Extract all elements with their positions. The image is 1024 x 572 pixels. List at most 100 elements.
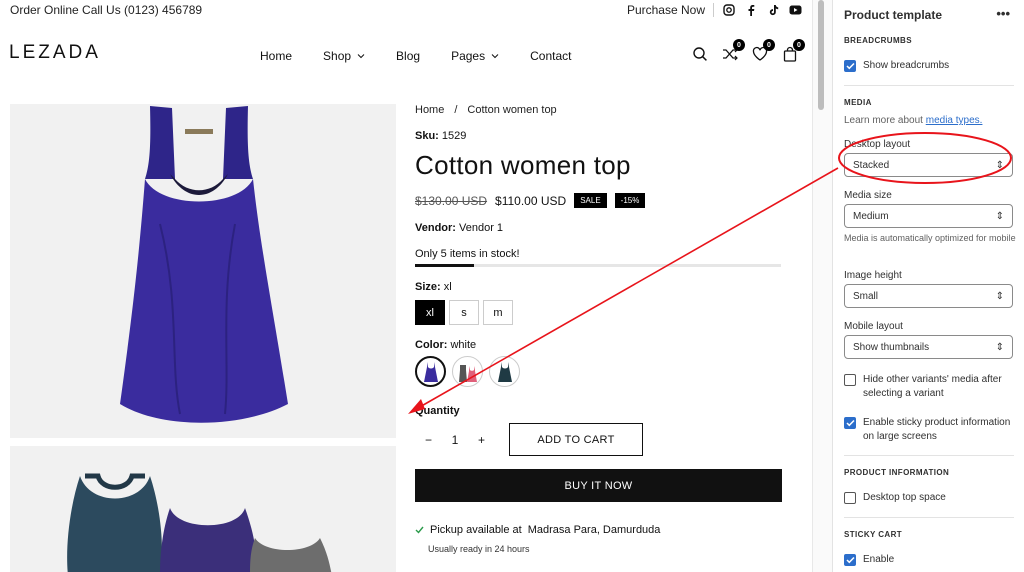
compare-at-price: $130.00 USD bbox=[415, 193, 488, 208]
add-to-cart-button[interactable]: ADD TO CART bbox=[509, 423, 643, 456]
stock-progress-fill bbox=[415, 264, 474, 267]
site-header: LEZADA Home Shop Blog Pages Contact 0 0 … bbox=[0, 30, 812, 80]
desktop-top-space-checkbox[interactable]: Desktop top space bbox=[844, 491, 1014, 505]
preview-scrollbar[interactable] bbox=[812, 0, 832, 572]
discount-badge: -15% bbox=[614, 193, 646, 208]
size-label: Size: xl bbox=[415, 281, 785, 293]
chevron-down-icon bbox=[357, 54, 365, 59]
nav-item-shop[interactable]: Shop bbox=[323, 49, 365, 63]
quantity-stepper: − 1 + bbox=[415, 423, 495, 456]
check-icon bbox=[415, 526, 424, 534]
quantity-input[interactable]: 1 bbox=[452, 433, 459, 447]
sale-badge: SALE bbox=[574, 193, 607, 208]
checkbox-checked[interactable] bbox=[844, 554, 856, 566]
quantity-minus-button[interactable]: − bbox=[425, 433, 432, 447]
stock-text: Only 5 items in stock! bbox=[415, 248, 520, 260]
search-icon[interactable] bbox=[692, 46, 708, 62]
instagram-icon[interactable] bbox=[722, 3, 736, 17]
media-types-link[interactable]: media types. bbox=[926, 115, 983, 126]
checkbox-checked[interactable] bbox=[844, 417, 856, 429]
pickup-location: Madrasa Para, Damurduda bbox=[527, 524, 661, 536]
nav-item-blog[interactable]: Blog bbox=[396, 49, 420, 63]
announcement-bar: Order Online Call Us (0123) 456789 Purch… bbox=[0, 0, 812, 22]
nav-label: Home bbox=[260, 49, 293, 63]
sku-label: Sku: bbox=[415, 130, 439, 142]
divider bbox=[713, 3, 714, 17]
breadcrumb-home[interactable]: Home bbox=[415, 104, 444, 116]
size-options: xl s m bbox=[415, 300, 785, 325]
pickup-availability: Pickup available at Madrasa Para, Damurd… bbox=[415, 524, 785, 536]
section-heading-sticky-cart: STICKY CART bbox=[844, 530, 903, 539]
desktop-layout-select[interactable]: Stacked ⇕ bbox=[844, 153, 1013, 177]
media-size-label: Media size bbox=[844, 190, 892, 201]
hide-variants-checkbox[interactable]: Hide other variants' media after selecti… bbox=[844, 373, 1014, 401]
compare-count-badge: 0 bbox=[733, 39, 745, 51]
section-heading-breadcrumbs: BREADCRUMBS bbox=[844, 36, 912, 45]
checkbox-label: Enable sticky product information on lar… bbox=[863, 417, 1011, 442]
product-info: Home / Cotton women top Sku: 1529 Cotton… bbox=[415, 104, 785, 554]
scrollbar-thumb[interactable] bbox=[818, 0, 824, 110]
youtube-icon[interactable] bbox=[788, 3, 802, 17]
color-swatch[interactable] bbox=[415, 356, 446, 387]
buy-now-button[interactable]: BUY IT NOW bbox=[415, 469, 782, 502]
stock-progress-bar bbox=[415, 264, 781, 267]
mobile-layout-select[interactable]: Show thumbnails ⇕ bbox=[844, 335, 1013, 359]
nav-item-contact[interactable]: Contact bbox=[530, 49, 571, 63]
color-label-text: Color: bbox=[415, 339, 448, 351]
cart-icon[interactable]: 0 bbox=[782, 39, 805, 62]
vendor-value: Vendor 1 bbox=[459, 222, 504, 234]
size-option-m[interactable]: m bbox=[483, 300, 513, 325]
size-option-s[interactable]: s bbox=[449, 300, 479, 325]
breadcrumb-current: Cotton women top bbox=[467, 104, 557, 116]
select-arrows-icon: ⇕ bbox=[995, 341, 1004, 353]
divider bbox=[844, 455, 1014, 456]
more-options-icon[interactable]: ••• bbox=[996, 6, 1010, 21]
checkbox-unchecked[interactable] bbox=[844, 374, 856, 386]
breadcrumb: Home / Cotton women top bbox=[415, 104, 785, 116]
nav-label: Contact bbox=[530, 49, 572, 63]
color-swatch[interactable] bbox=[452, 356, 483, 387]
store-logo[interactable]: LEZADA bbox=[9, 42, 101, 64]
show-breadcrumbs-checkbox[interactable]: Show breadcrumbs bbox=[844, 59, 1014, 73]
product-gallery-image[interactable] bbox=[10, 446, 396, 572]
color-label: Color: white bbox=[415, 339, 785, 351]
product-title: Cotton women top bbox=[415, 150, 631, 180]
divider bbox=[844, 517, 1014, 518]
sku-value: 1529 bbox=[441, 130, 467, 142]
main-nav: Home Shop Blog Pages Contact bbox=[260, 49, 571, 63]
select-value: Medium bbox=[853, 210, 889, 222]
select-arrows-icon: ⇕ bbox=[995, 210, 1004, 222]
tiktok-icon[interactable] bbox=[766, 3, 780, 17]
size-option-xl[interactable]: xl bbox=[415, 300, 445, 325]
nav-label: Shop bbox=[323, 49, 352, 63]
quantity-plus-button[interactable]: + bbox=[478, 433, 485, 447]
product-main-image[interactable] bbox=[10, 104, 396, 438]
heart-icon[interactable]: 0 bbox=[752, 39, 775, 62]
sticky-info-checkbox[interactable]: Enable sticky product information on lar… bbox=[844, 416, 1014, 444]
color-swatch[interactable] bbox=[489, 356, 520, 387]
pickup-prefix: Pickup available at bbox=[430, 524, 522, 536]
sticky-cart-enable-checkbox[interactable]: Enable bbox=[844, 553, 1014, 567]
image-height-label: Image height bbox=[844, 270, 902, 281]
divider bbox=[844, 85, 1014, 86]
settings-panel: Product template ••• BREADCRUMBS Show br… bbox=[832, 0, 1024, 572]
checkbox-unchecked[interactable] bbox=[844, 492, 856, 504]
facebook-icon[interactable] bbox=[744, 3, 758, 17]
media-size-hint: Media is automatically optimized for mob… bbox=[844, 233, 1016, 243]
select-value: Stacked bbox=[853, 159, 890, 171]
breadcrumb-separator: / bbox=[454, 104, 458, 116]
nav-label: Pages bbox=[451, 49, 486, 63]
compare-icon[interactable]: 0 bbox=[722, 39, 745, 62]
nav-item-home[interactable]: Home bbox=[260, 49, 292, 63]
nav-label: Blog bbox=[396, 49, 421, 63]
sale-price: $110.00 USD bbox=[495, 193, 567, 208]
checkbox-checked[interactable] bbox=[844, 60, 856, 72]
image-height-select[interactable]: Small ⇕ bbox=[844, 284, 1013, 308]
purchase-now-link[interactable]: Purchase Now bbox=[627, 3, 705, 17]
product-sku: Sku: 1529 bbox=[415, 130, 785, 142]
checkbox-label: Show breadcrumbs bbox=[863, 60, 950, 71]
media-size-select[interactable]: Medium ⇕ bbox=[844, 204, 1013, 228]
select-arrows-icon: ⇕ bbox=[995, 290, 1004, 302]
contact-text: Order Online Call Us (0123) 456789 bbox=[10, 3, 203, 17]
nav-item-pages[interactable]: Pages bbox=[451, 49, 499, 63]
